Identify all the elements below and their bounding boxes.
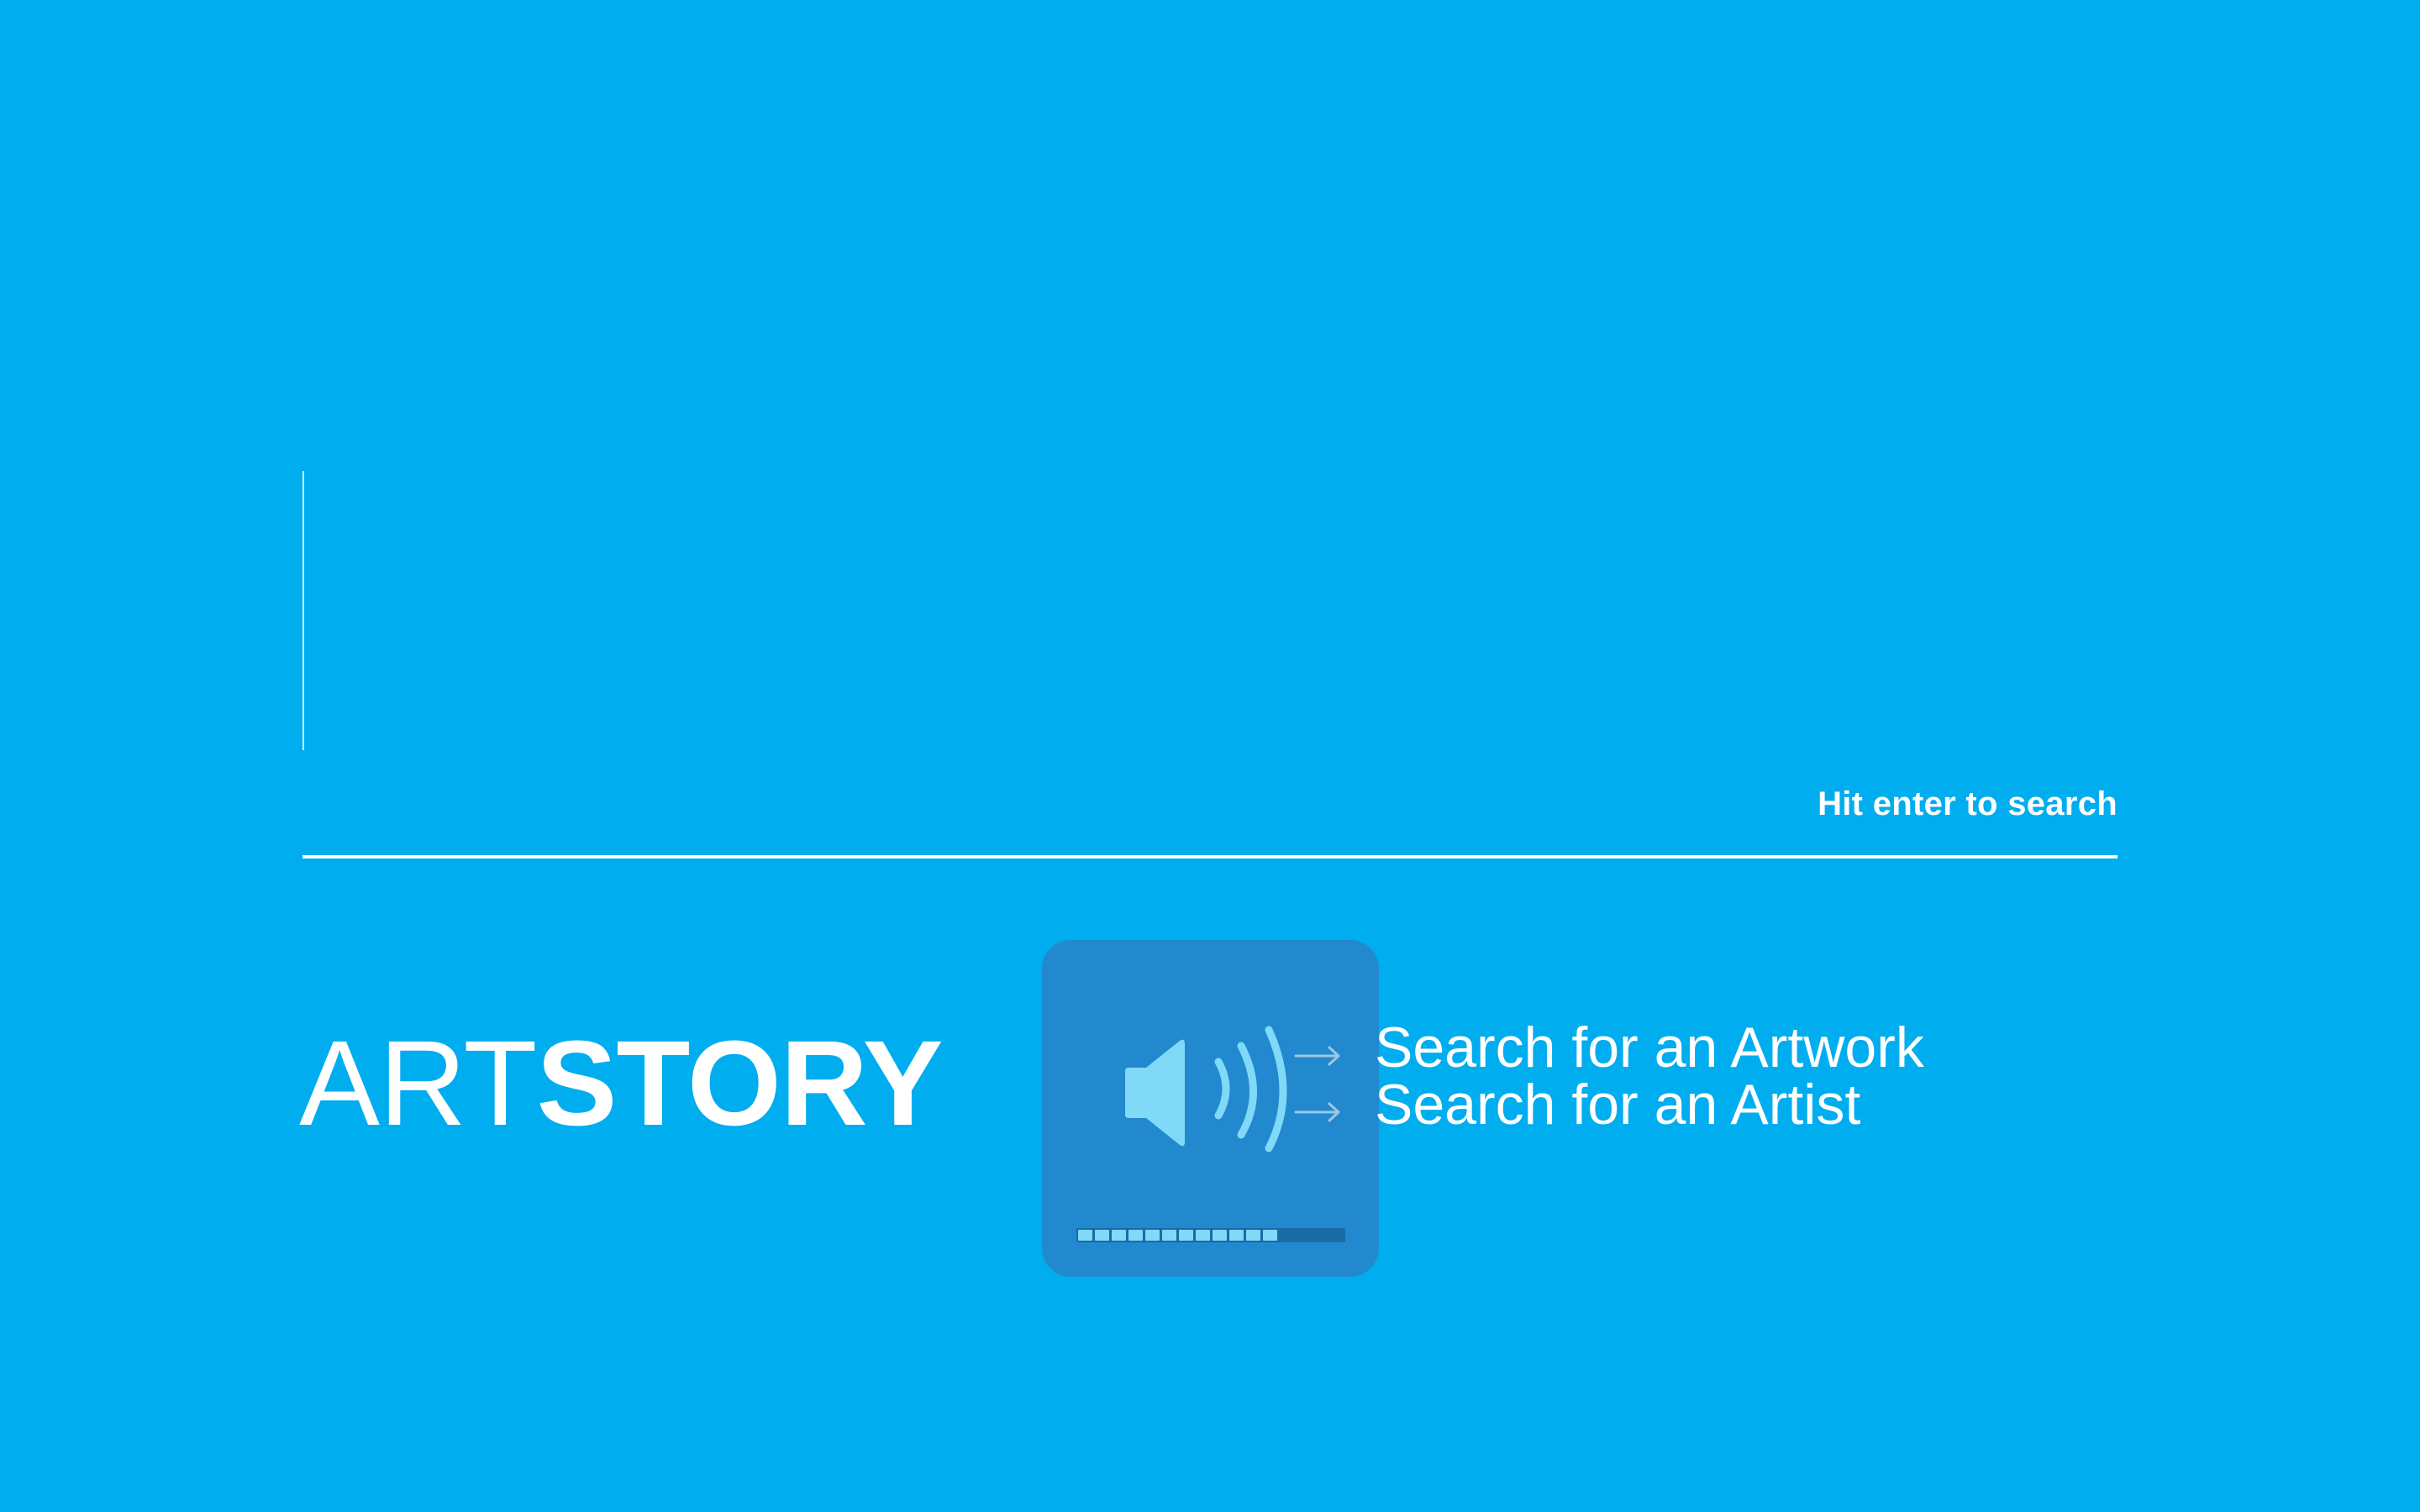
speaker-volume-icon	[1125, 1026, 1340, 1152]
search-hint: Hit enter to search	[1818, 785, 2118, 822]
search-artwork-option[interactable]: Search for an Artwork	[1375, 1019, 1924, 1076]
search-underline	[302, 855, 2118, 858]
volume-segment	[1213, 1230, 1227, 1241]
text-cursor	[302, 471, 304, 750]
volume-segment	[1196, 1230, 1210, 1241]
volume-segment	[1078, 1230, 1092, 1241]
volume-segment	[1263, 1230, 1277, 1241]
volume-segment	[1095, 1230, 1109, 1241]
volume-segment	[1162, 1230, 1176, 1241]
volume-segment	[1128, 1230, 1143, 1241]
volume-segment	[1246, 1230, 1260, 1241]
volume-segment	[1229, 1230, 1244, 1241]
search-artist-option[interactable]: Search for an Artist	[1375, 1076, 1924, 1133]
volume-level-bar	[1076, 1228, 1345, 1242]
search-options: Search for an Artwork Search for an Arti…	[1375, 1019, 1924, 1133]
app-page: Hit enter to search ARTSTORY Search for …	[0, 0, 2420, 1512]
volume-segment	[1145, 1230, 1160, 1241]
volume-hud	[1042, 940, 1379, 1277]
volume-segment	[1112, 1230, 1126, 1241]
search-input[interactable]	[302, 454, 2118, 756]
logo-light-text: ART	[299, 1016, 537, 1151]
artstory-logo: ARTSTORY	[299, 1023, 944, 1144]
logo-bold-text: STORY	[536, 1016, 943, 1151]
volume-segment	[1179, 1230, 1193, 1241]
